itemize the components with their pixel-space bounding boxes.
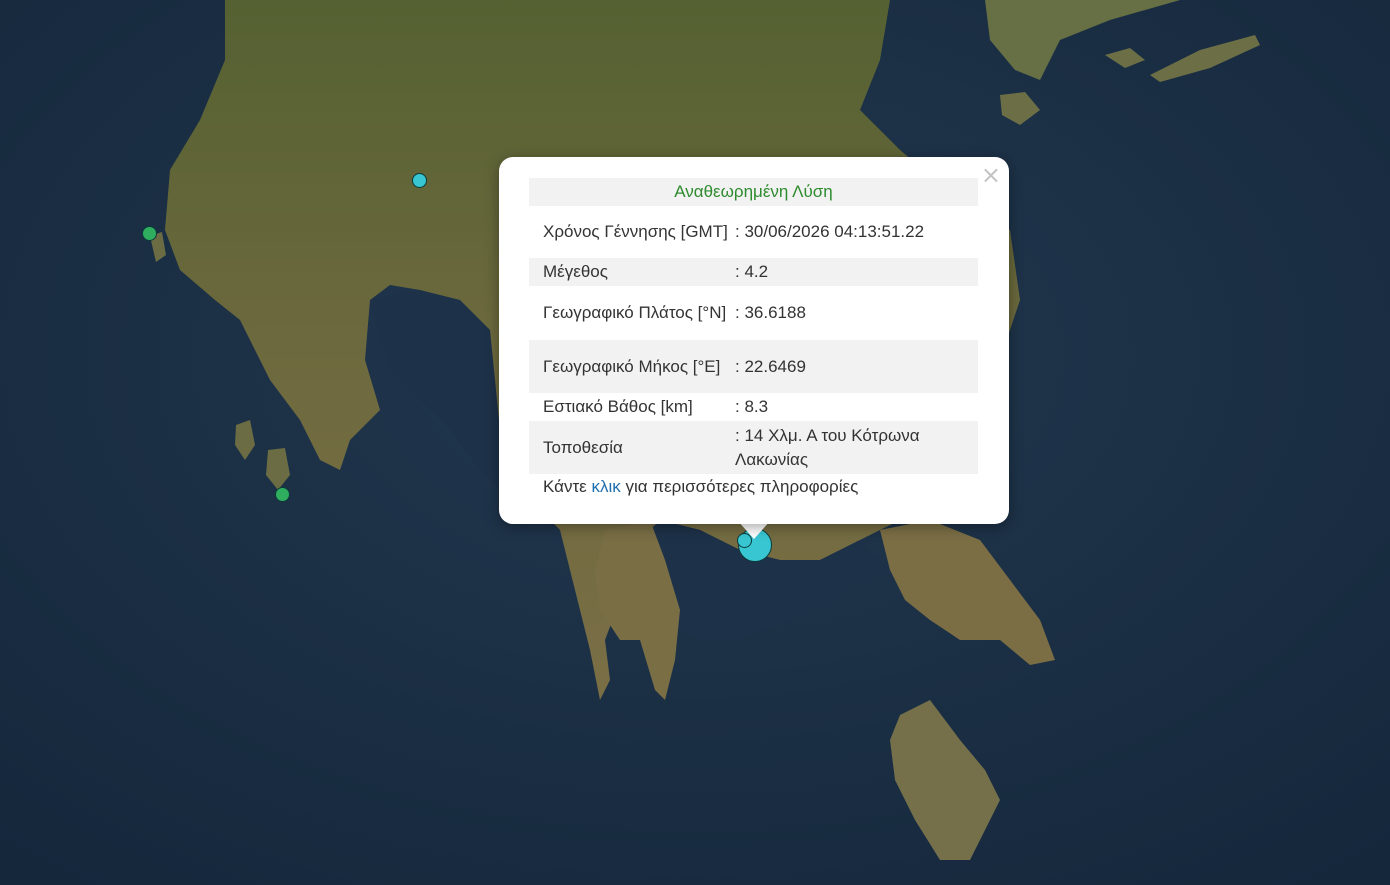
- row-value: : 14 Χλμ. Α του Κότρωνα Λακωνίας: [735, 421, 978, 474]
- close-icon[interactable]: ×: [981, 163, 1001, 187]
- row-value: : 4.2: [735, 258, 978, 286]
- row-value: : 8.3: [735, 397, 769, 416]
- more-info-suffix: για περισσότερες πληροφορίες: [625, 477, 859, 496]
- earthquake-marker-west-coast[interactable]: [142, 226, 157, 241]
- info-table: Χρόνος Γέννησης [GMT] : 30/06/2026 04:13…: [529, 206, 978, 474]
- row-value: : 36.6188: [735, 303, 806, 322]
- earthquake-marker-inland[interactable]: [412, 173, 427, 188]
- row-label: Γεωγραφικό Πλάτος [°N]: [543, 303, 727, 322]
- earthquake-marker-south-islet[interactable]: [275, 487, 290, 502]
- row-label: Τοποθεσία: [529, 421, 735, 474]
- table-row-latitude: Γεωγραφικό Πλάτος [°N] : 36.6188: [529, 286, 978, 340]
- more-info-prefix: Κάντε: [543, 477, 587, 496]
- row-label: Χρόνος Γέννησης [GMT]: [543, 222, 728, 241]
- table-row-location: Τοποθεσία : 14 Χλμ. Α του Κότρωνα Λακωνί…: [529, 421, 978, 474]
- row-label: Γεωγραφικό Μήκος [°E]: [529, 340, 735, 393]
- row-label: Μέγεθος: [529, 258, 735, 286]
- table-row-origin-time: Χρόνος Γέννησης [GMT] : 30/06/2026 04:13…: [529, 206, 978, 258]
- row-value: : 22.6469: [735, 340, 978, 393]
- row-value: : 30/06/2026 04:13:51.22: [735, 222, 925, 241]
- row-label: Εστιακό Βάθος [km]: [543, 397, 693, 416]
- table-row-longitude: Γεωγραφικό Μήκος [°E] : 22.6469: [529, 340, 978, 393]
- more-info-link[interactable]: κλικ: [592, 477, 621, 496]
- table-row-magnitude: Μέγεθος : 4.2: [529, 258, 978, 286]
- earthquake-popup: × Αναθεωρημένη Λύση Χρόνος Γέννησης [GMT…: [499, 157, 1009, 524]
- popup-title: Αναθεωρημένη Λύση: [529, 178, 978, 206]
- table-row-depth: Εστιακό Βάθος [km] : 8.3: [529, 393, 978, 421]
- more-info-text: Κάντε κλικ για περισσότερες πληροφορίες: [543, 477, 858, 497]
